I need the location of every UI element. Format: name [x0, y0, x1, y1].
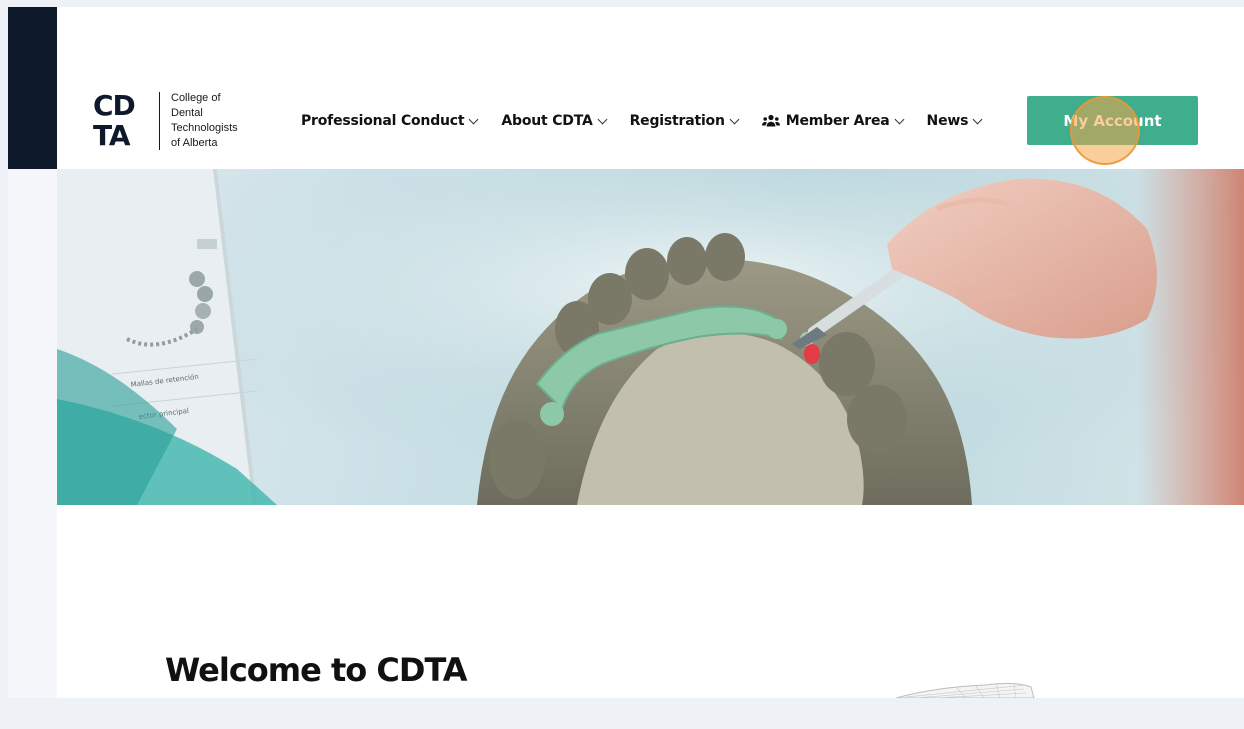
chevron-down-icon [597, 114, 608, 124]
members-icon [761, 114, 780, 127]
nav-label: Registration [629, 113, 725, 129]
nav-label: Member Area [785, 113, 890, 129]
my-account-button[interactable]: My Account [1027, 96, 1198, 145]
logo-divider [159, 92, 160, 150]
logo-line: Dental [171, 107, 203, 119]
logo-line: Technologists [171, 122, 238, 134]
chevron-down-icon [468, 114, 479, 124]
chevron-down-icon [972, 114, 983, 124]
page-frame: CD TA College of Dental Technologists of… [8, 7, 1244, 698]
logo-line: College of [171, 92, 221, 104]
left-gutter [8, 169, 57, 698]
site-logo[interactable]: CD TA College of Dental Technologists of… [93, 91, 238, 151]
nav-label: Professional Conduct [301, 113, 465, 129]
nav-label: News [926, 113, 969, 129]
chevron-down-icon [729, 114, 740, 124]
nav-news[interactable]: News [926, 113, 983, 129]
nav-registration[interactable]: Registration [629, 113, 740, 129]
hero-illustration: Mallas de retención ector principal [57, 169, 1244, 505]
logo-text: College of Dental Technologists of Alber… [171, 91, 238, 151]
page-title: Welcome to CDTA [165, 651, 468, 689]
wireframe-illustration [896, 682, 1035, 698]
logo-mark: CD TA [93, 92, 149, 150]
nav-label: About CDTA [501, 113, 593, 129]
nav-about-cdta[interactable]: About CDTA [501, 113, 608, 129]
nav-member-area[interactable]: Member Area [761, 113, 904, 129]
chevron-down-icon [894, 114, 904, 124]
logo-line: of Alberta [171, 137, 218, 149]
dark-side-bar [8, 7, 57, 169]
nav-professional-conduct[interactable]: Professional Conduct [301, 113, 479, 129]
main-nav: Professional Conduct About CDTA Registra… [301, 109, 1005, 133]
logo-mark-bottom: TA [93, 119, 131, 152]
hero-image: Mallas de retención ector principal [57, 169, 1244, 505]
logo-mark-top: CD [93, 89, 136, 122]
